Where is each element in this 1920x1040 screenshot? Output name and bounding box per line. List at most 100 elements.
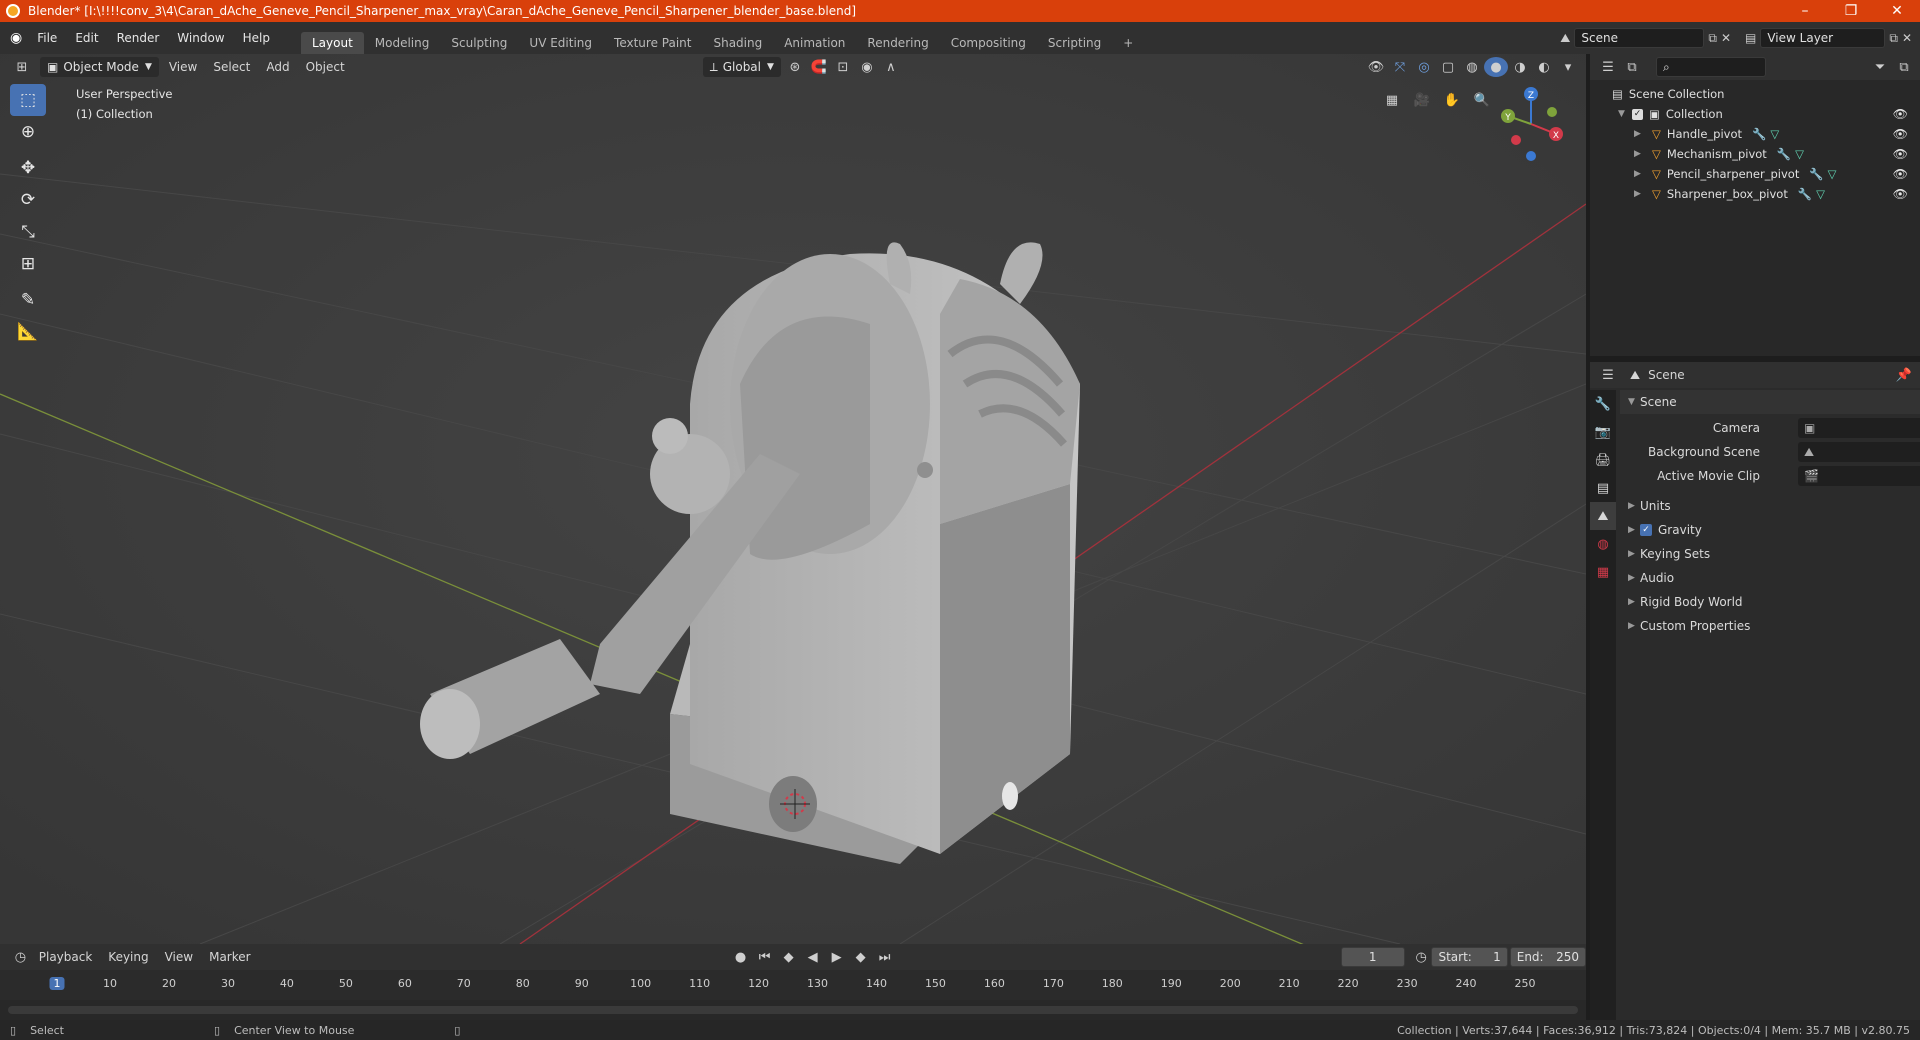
transform-tool[interactable]: ⊞ xyxy=(10,248,46,280)
tab-compositing[interactable]: Compositing xyxy=(940,32,1037,54)
current-frame-marker[interactable]: 1 xyxy=(49,977,65,990)
blender-menu-icon[interactable]: ◉ xyxy=(10,30,22,46)
pan-hand-icon[interactable]: ✋ xyxy=(1440,90,1464,110)
record-icon[interactable]: ● xyxy=(729,947,753,967)
section-audio[interactable]: ▶ Audio xyxy=(1620,566,1920,590)
frame-ruler[interactable]: 1 10 20 30 40 50 60 70 80 90 100 110 120 130 140 150 160… xyxy=(0,970,1586,1000)
scene-panel-header[interactable]: ▼ Scene xyxy=(1620,390,1920,414)
expand-arrow-icon[interactable]: ▶ xyxy=(1634,149,1646,159)
snap-target-icon[interactable]: ⊡ xyxy=(831,57,855,77)
menu-select[interactable]: Select xyxy=(205,60,258,74)
rendered-shading-icon[interactable]: ◐ xyxy=(1532,57,1556,77)
menu-keying[interactable]: Keying xyxy=(100,950,156,964)
add-workspace-button[interactable]: + xyxy=(1112,32,1144,54)
menu-render[interactable]: Render xyxy=(108,31,169,45)
prev-keyframe-icon[interactable]: ◆ xyxy=(777,947,801,967)
jump-start-icon[interactable]: ⏮ xyxy=(753,947,777,967)
new-collection-icon[interactable]: ⧉ xyxy=(1892,57,1916,77)
annotate-tool[interactable]: ✎ xyxy=(10,284,46,316)
clock-icon[interactable]: ◷ xyxy=(1411,947,1432,967)
movie-clip-field[interactable]: 🎬 xyxy=(1798,466,1920,486)
background-scene-field[interactable]: ⛰ xyxy=(1798,442,1920,462)
outliner-collection[interactable]: ▼ ✓ ▣ Collection 👁 xyxy=(1590,104,1920,124)
rotate-tool[interactable]: ⟳ xyxy=(10,184,46,216)
wireframe-shading-icon[interactable]: ◍ xyxy=(1460,57,1484,77)
zoom-icon[interactable]: 🔍 xyxy=(1470,90,1494,110)
eye-icon[interactable]: 👁 xyxy=(1893,127,1908,141)
new-view-layer-icon[interactable]: ⧉ xyxy=(1889,31,1898,46)
pin-icon[interactable]: 📌 xyxy=(1892,365,1916,385)
move-tool[interactable]: ✥ xyxy=(10,152,46,184)
menu-edit[interactable]: Edit xyxy=(66,31,107,45)
measure-tool[interactable]: 📐 xyxy=(10,316,46,348)
tab-layout[interactable]: Layout xyxy=(300,32,364,54)
shading-options-icon[interactable]: ▾ xyxy=(1556,57,1580,77)
new-scene-icon[interactable]: ⧉ xyxy=(1708,31,1717,46)
start-frame-field[interactable]: Start: 1 xyxy=(1431,947,1508,967)
tab-uv-editing[interactable]: UV Editing xyxy=(518,32,603,54)
menu-help[interactable]: Help xyxy=(234,31,279,45)
gizmo-toggle-icon[interactable]: ⤧ xyxy=(1388,57,1412,77)
tab-texture-paint[interactable]: Texture Paint xyxy=(603,32,702,54)
grid-view-icon[interactable]: ▦ xyxy=(1380,90,1404,110)
menu-object[interactable]: Object xyxy=(298,60,353,74)
proportional-edit-icon[interactable]: ◉ xyxy=(855,57,879,77)
menu-file[interactable]: File xyxy=(28,31,66,45)
visibility-icon[interactable]: 👁 xyxy=(1364,57,1388,77)
expand-arrow-icon[interactable]: ▶ xyxy=(1634,129,1646,139)
close-button[interactable]: ✕ xyxy=(1874,3,1920,19)
properties-editor-icon[interactable]: ☰ xyxy=(1596,365,1620,385)
filter-icon[interactable]: ⏷ xyxy=(1868,57,1892,77)
solid-shading-icon[interactable]: ● xyxy=(1484,57,1508,77)
cursor-tool[interactable]: ⊕ xyxy=(10,116,46,148)
falloff-icon[interactable]: ∧ xyxy=(879,57,903,77)
play-reverse-icon[interactable]: ◀ xyxy=(801,947,825,967)
render-tab-icon[interactable]: 📷 xyxy=(1590,418,1616,446)
scale-tool[interactable]: ⤡ xyxy=(10,216,46,248)
material-shading-icon[interactable]: ◑ xyxy=(1508,57,1532,77)
timeline-editor-icon[interactable]: ◷ xyxy=(10,947,31,967)
world-tab-icon[interactable]: ◍ xyxy=(1590,530,1616,558)
section-keying-sets[interactable]: ▶ Keying Sets xyxy=(1620,542,1920,566)
next-keyframe-icon[interactable]: ◆ xyxy=(849,947,873,967)
viewport-3d[interactable]: ⊞ ▣ Object Mode ▼ View Select Add Object ⟂… xyxy=(0,54,1586,944)
outliner-item[interactable]: ▶ ▽ Mechanism_pivot 🔧 ▽ 👁 xyxy=(1590,144,1920,164)
tab-animation[interactable]: Animation xyxy=(773,32,856,54)
pivot-icon[interactable]: ⊛ xyxy=(783,57,807,77)
end-frame-field[interactable]: End: 250 xyxy=(1509,947,1586,967)
minimize-button[interactable]: – xyxy=(1782,3,1828,19)
scene-selector[interactable]: Scene xyxy=(1574,28,1705,48)
current-frame-field[interactable]: 1 xyxy=(1340,947,1405,967)
gravity-checkbox[interactable]: ✓ xyxy=(1640,524,1652,536)
section-custom-properties[interactable]: ▶ Custom Properties xyxy=(1620,614,1920,638)
output-tab-icon[interactable]: 🖨 xyxy=(1590,446,1616,474)
menu-playback[interactable]: Playback xyxy=(31,950,101,964)
menu-add[interactable]: Add xyxy=(258,60,297,74)
orientation-selector[interactable]: ⟂ Global ▼ xyxy=(702,57,781,77)
camera-field[interactable]: ▣✎ xyxy=(1798,418,1920,438)
view-layer-tab-icon[interactable]: ▤ xyxy=(1590,474,1616,502)
menu-timeline-view[interactable]: View xyxy=(157,950,201,964)
delete-view-layer-icon[interactable]: ✕ xyxy=(1902,31,1912,45)
jump-end-icon[interactable]: ⏭ xyxy=(873,947,897,967)
eye-icon[interactable]: 👁 xyxy=(1893,147,1908,161)
select-box-tool[interactable]: ⬚ xyxy=(10,84,46,116)
tab-scripting[interactable]: Scripting xyxy=(1037,32,1112,54)
overlay-toggle-icon[interactable]: ◎ xyxy=(1412,57,1436,77)
view-layer-selector[interactable]: View Layer xyxy=(1760,28,1886,48)
timeline-scrollbar[interactable] xyxy=(8,1006,1578,1014)
display-mode-icon[interactable]: ⧉ xyxy=(1620,57,1644,77)
maximize-button[interactable]: ❐ xyxy=(1828,3,1874,19)
menu-view[interactable]: View xyxy=(161,60,205,74)
outliner-item[interactable]: ▶ ▽ Handle_pivot 🔧 ▽ 👁 xyxy=(1590,124,1920,144)
editor-type-icon[interactable]: ⊞ xyxy=(10,57,34,77)
outliner-scene-collection[interactable]: ▤ Scene Collection xyxy=(1590,84,1920,104)
eye-icon[interactable]: 👁 xyxy=(1893,187,1908,201)
camera-view-icon[interactable]: 🎥 xyxy=(1410,90,1434,110)
tab-shading[interactable]: Shading xyxy=(702,32,773,54)
section-gravity[interactable]: ▶ ✓ Gravity xyxy=(1620,518,1920,542)
collapse-arrow-icon[interactable]: ▼ xyxy=(1618,109,1630,119)
section-rigid-body-world[interactable]: ▶ Rigid Body World xyxy=(1620,590,1920,614)
delete-scene-icon[interactable]: ✕ xyxy=(1721,31,1731,45)
outliner-item[interactable]: ▶ ▽ Sharpener_box_pivot 🔧 ▽ 👁 xyxy=(1590,184,1920,204)
